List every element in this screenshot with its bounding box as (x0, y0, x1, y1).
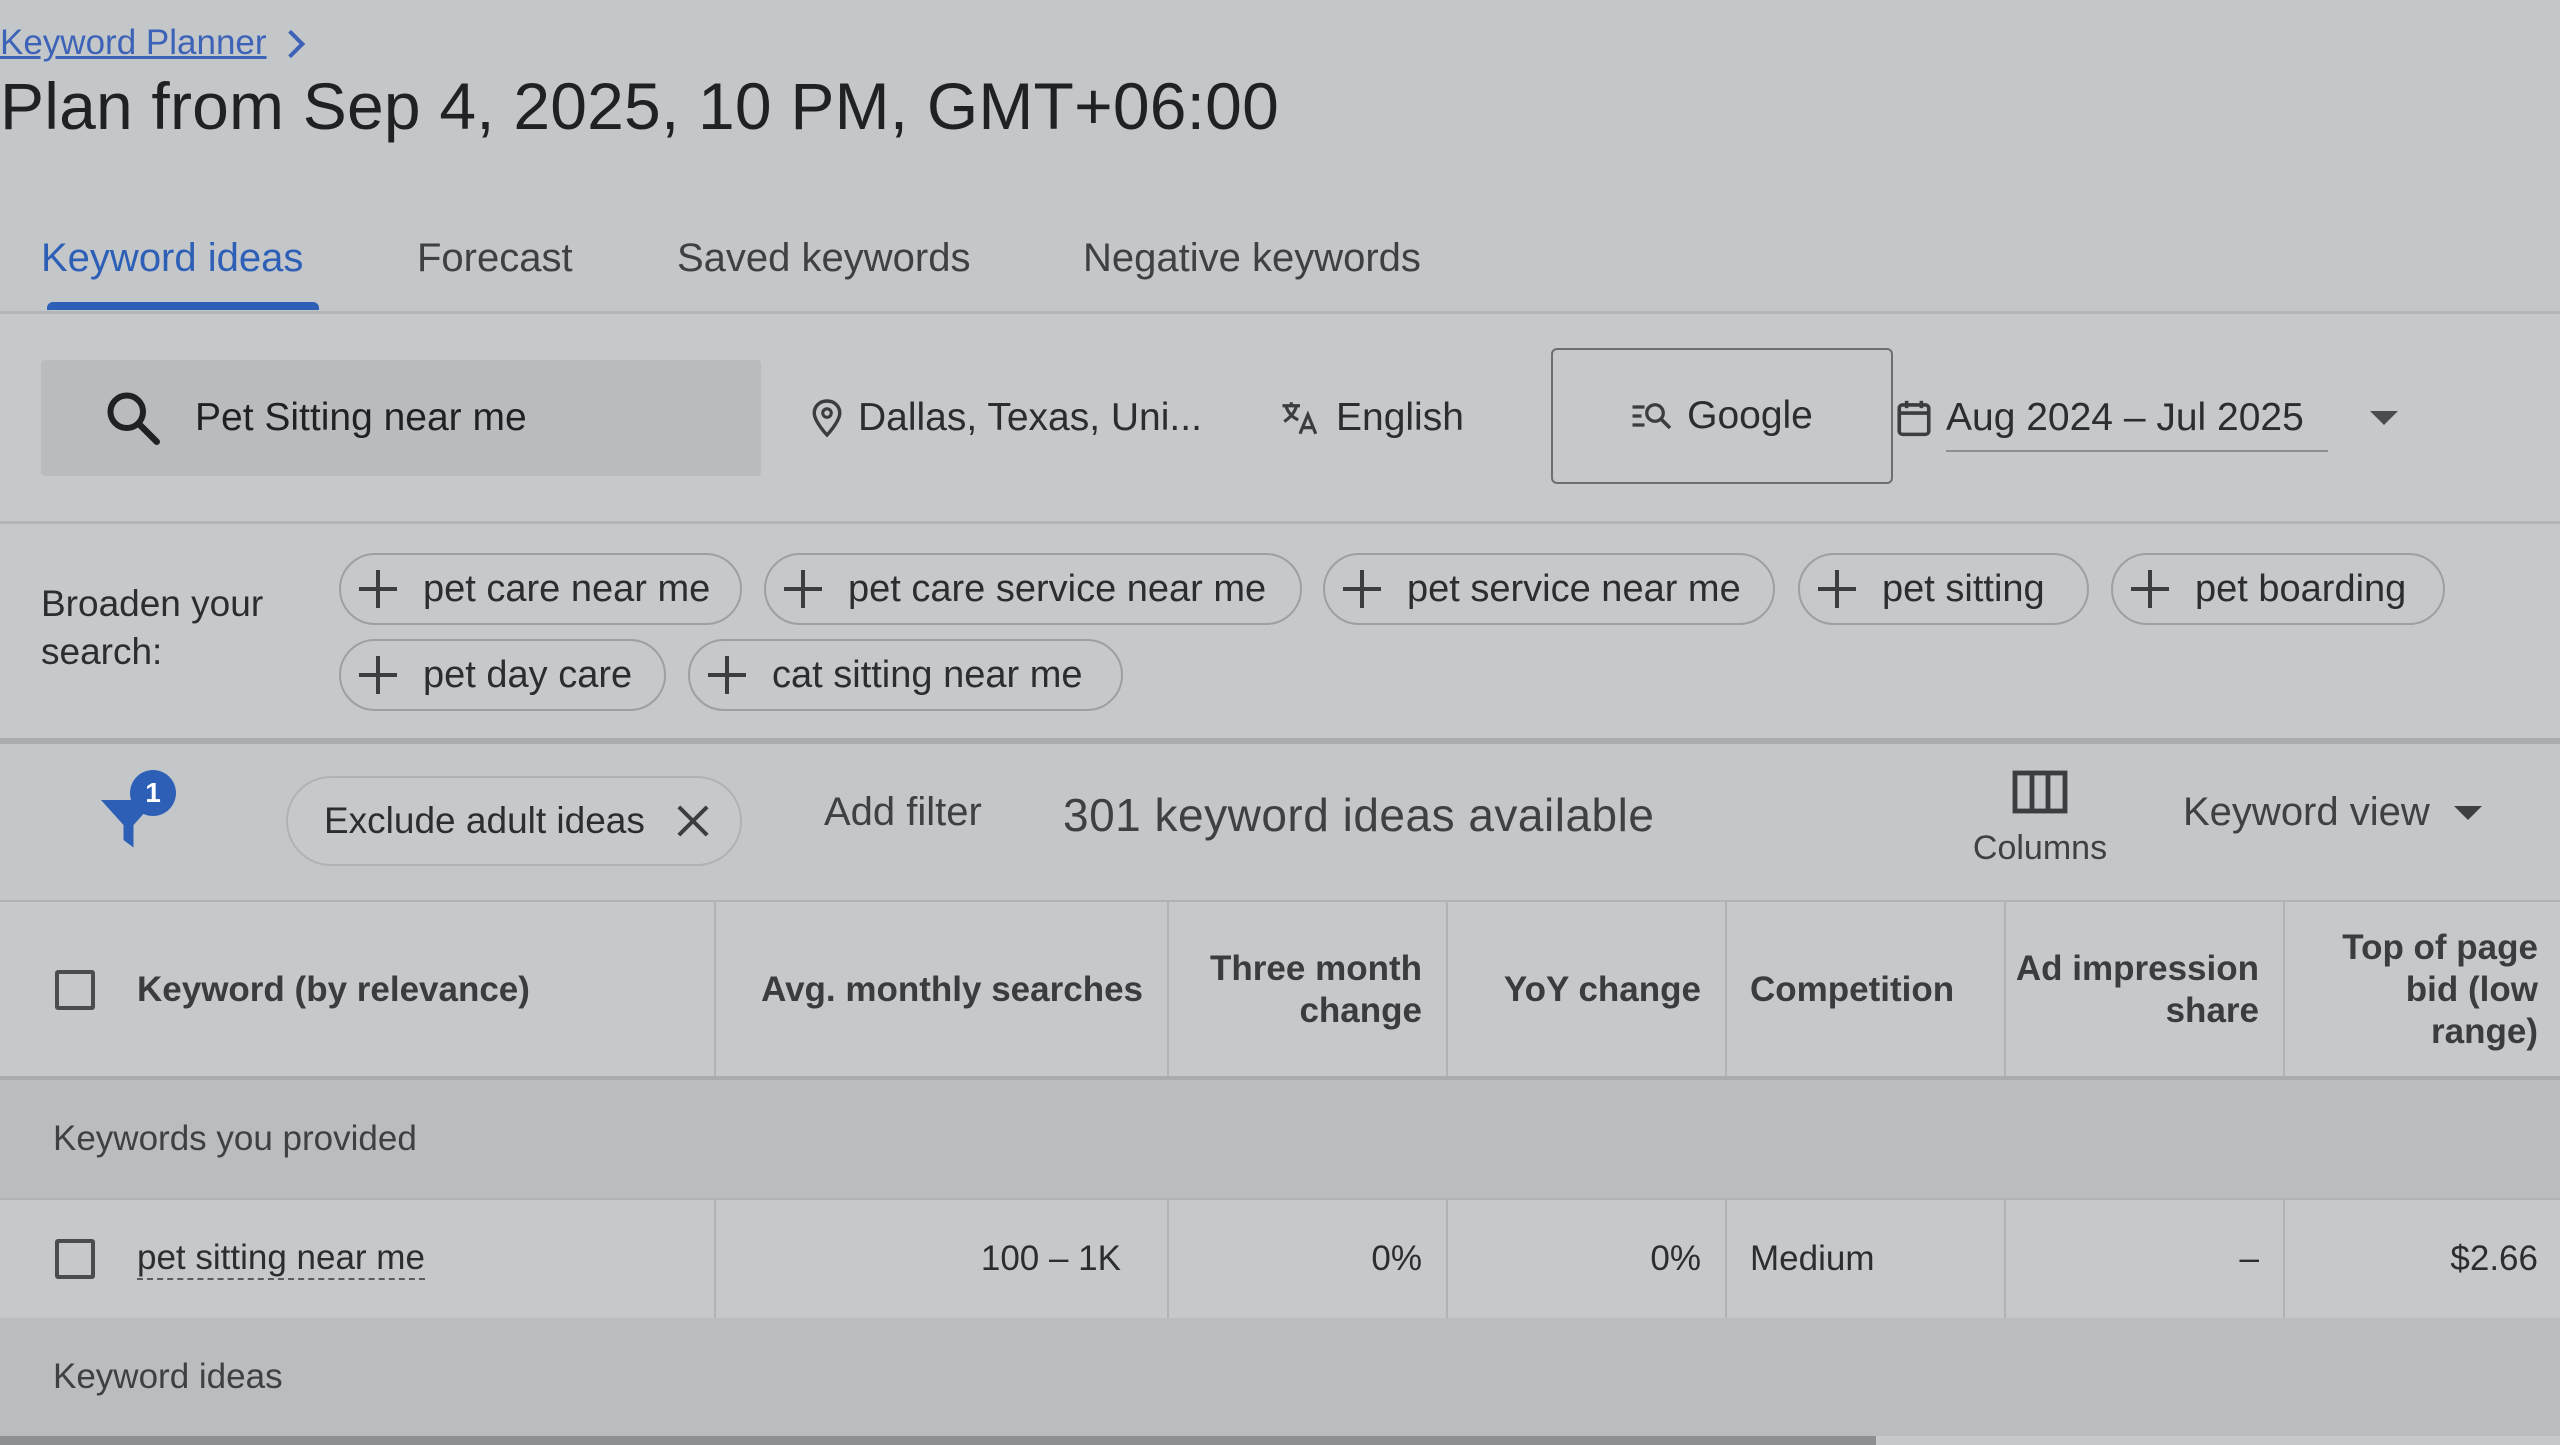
breadcrumb: Keyword Planner (0, 18, 301, 68)
group-header-keywords-provided: Keywords you provided (0, 1080, 2560, 1198)
network-value: Google (1687, 394, 1813, 438)
plus-icon (359, 656, 397, 694)
plus-icon (2131, 570, 2169, 608)
language-selector[interactable]: English (1278, 360, 1464, 476)
plus-icon (1343, 570, 1381, 608)
cell-ad-impression-share: – (2004, 1200, 2283, 1318)
header-keyword[interactable]: Keyword (by relevance) (0, 902, 714, 1078)
plus-icon (359, 570, 397, 608)
table-header: Keyword (by relevance) Avg. monthly sear… (0, 900, 2560, 1078)
search-input[interactable]: Pet Sitting near me (41, 360, 761, 476)
dropdown-caret-icon[interactable] (2370, 411, 2398, 425)
tab-bar: Keyword ideas Forecast Saved keywords Ne… (0, 205, 2560, 311)
broaden-chip[interactable]: pet boarding (2111, 553, 2445, 625)
location-selector[interactable]: Dallas, Texas, Uni... (810, 360, 1202, 476)
close-icon[interactable] (675, 803, 711, 839)
location-pin-icon (810, 398, 844, 438)
cell-avg-monthly-searches: 100 – 1K (714, 1200, 1167, 1318)
header-yoy-change[interactable]: YoY change (1446, 902, 1725, 1078)
search-input-value: Pet Sitting near me (195, 396, 527, 440)
table-row[interactable]: pet sitting near me 100 – 1K 0% 0% Mediu… (0, 1198, 2560, 1320)
header-ad-impression-share[interactable]: Ad impressionshare (2004, 902, 2283, 1078)
group-header-keyword-ideas: Keyword ideas (0, 1318, 2560, 1436)
add-filter-button[interactable]: Add filter (824, 790, 982, 835)
broaden-chip[interactable]: pet day care (339, 639, 666, 711)
broaden-chip[interactable]: pet care service near me (764, 553, 1302, 625)
broaden-chip[interactable]: cat sitting near me (688, 639, 1123, 711)
page-title: Plan from Sep 4, 2025, 10 PM, GMT+06:00 (0, 66, 1279, 146)
broaden-chip[interactable]: pet service near me (1323, 553, 1775, 625)
header-competition[interactable]: Competition (1725, 902, 2004, 1078)
keyword-text[interactable]: pet sitting near me (137, 1238, 425, 1280)
header-top-of-page-bid-low[interactable]: Top of pagebid (lowrange) (2283, 902, 2560, 1078)
broaden-chip[interactable]: pet care near me (339, 553, 742, 625)
network-selector[interactable]: Google (1551, 348, 1893, 484)
exclude-adult-ideas-chip[interactable]: Exclude adult ideas (286, 776, 742, 866)
columns-icon (2011, 770, 2069, 819)
keyword-view-dropdown[interactable]: Keyword view (2183, 790, 2482, 835)
location-value: Dallas, Texas, Uni... (858, 396, 1202, 440)
tab-saved-keywords[interactable]: Saved keywords (677, 205, 970, 311)
tab-keyword-ideas[interactable]: Keyword ideas (41, 205, 303, 311)
plus-icon (784, 570, 822, 608)
language-value: English (1336, 396, 1464, 440)
cell-top-of-page-bid-low: $2.66 (2283, 1200, 2560, 1318)
cell-yoy-change: 0% (1446, 1200, 1725, 1318)
date-range-selector[interactable]: Aug 2024 – Jul 2025 (1896, 360, 2328, 476)
filter-count-badge: 1 (130, 770, 176, 816)
network-search-icon (1631, 401, 1673, 431)
header-avg-monthly-searches[interactable]: Avg. monthly searches (714, 902, 1167, 1078)
broaden-label: Broaden your search: (41, 580, 263, 676)
keyword-ideas-count: 301 keyword ideas available (1063, 788, 1654, 842)
plus-icon (708, 656, 746, 694)
active-tab-indicator (47, 302, 319, 310)
breadcrumb-link-keyword-planner[interactable]: Keyword Planner (0, 23, 267, 63)
columns-label: Columns (1973, 829, 2107, 868)
chevron-right-icon (276, 30, 304, 58)
scrollbar-thumb[interactable] (0, 1436, 1876, 1445)
calendar-icon (1896, 398, 1932, 438)
cell-competition: Medium (1725, 1200, 2004, 1318)
select-all-checkbox[interactable] (55, 970, 95, 1010)
broaden-chip[interactable]: pet sitting (1798, 553, 2089, 625)
row-checkbox[interactable] (55, 1239, 95, 1279)
cell-keyword: pet sitting near me (0, 1200, 714, 1318)
plus-icon (1818, 570, 1856, 608)
date-range-value: Aug 2024 – Jul 2025 (1946, 384, 2328, 452)
cell-three-month-change: 0% (1167, 1200, 1446, 1318)
tab-negative-keywords[interactable]: Negative keywords (1083, 205, 1421, 311)
tab-forecast[interactable]: Forecast (417, 205, 573, 311)
search-icon (103, 388, 163, 448)
translate-icon (1278, 397, 1322, 439)
dropdown-caret-icon (2454, 806, 2482, 820)
columns-button[interactable]: Columns (1960, 770, 2120, 890)
header-three-month-change[interactable]: Three monthchange (1167, 902, 1446, 1078)
